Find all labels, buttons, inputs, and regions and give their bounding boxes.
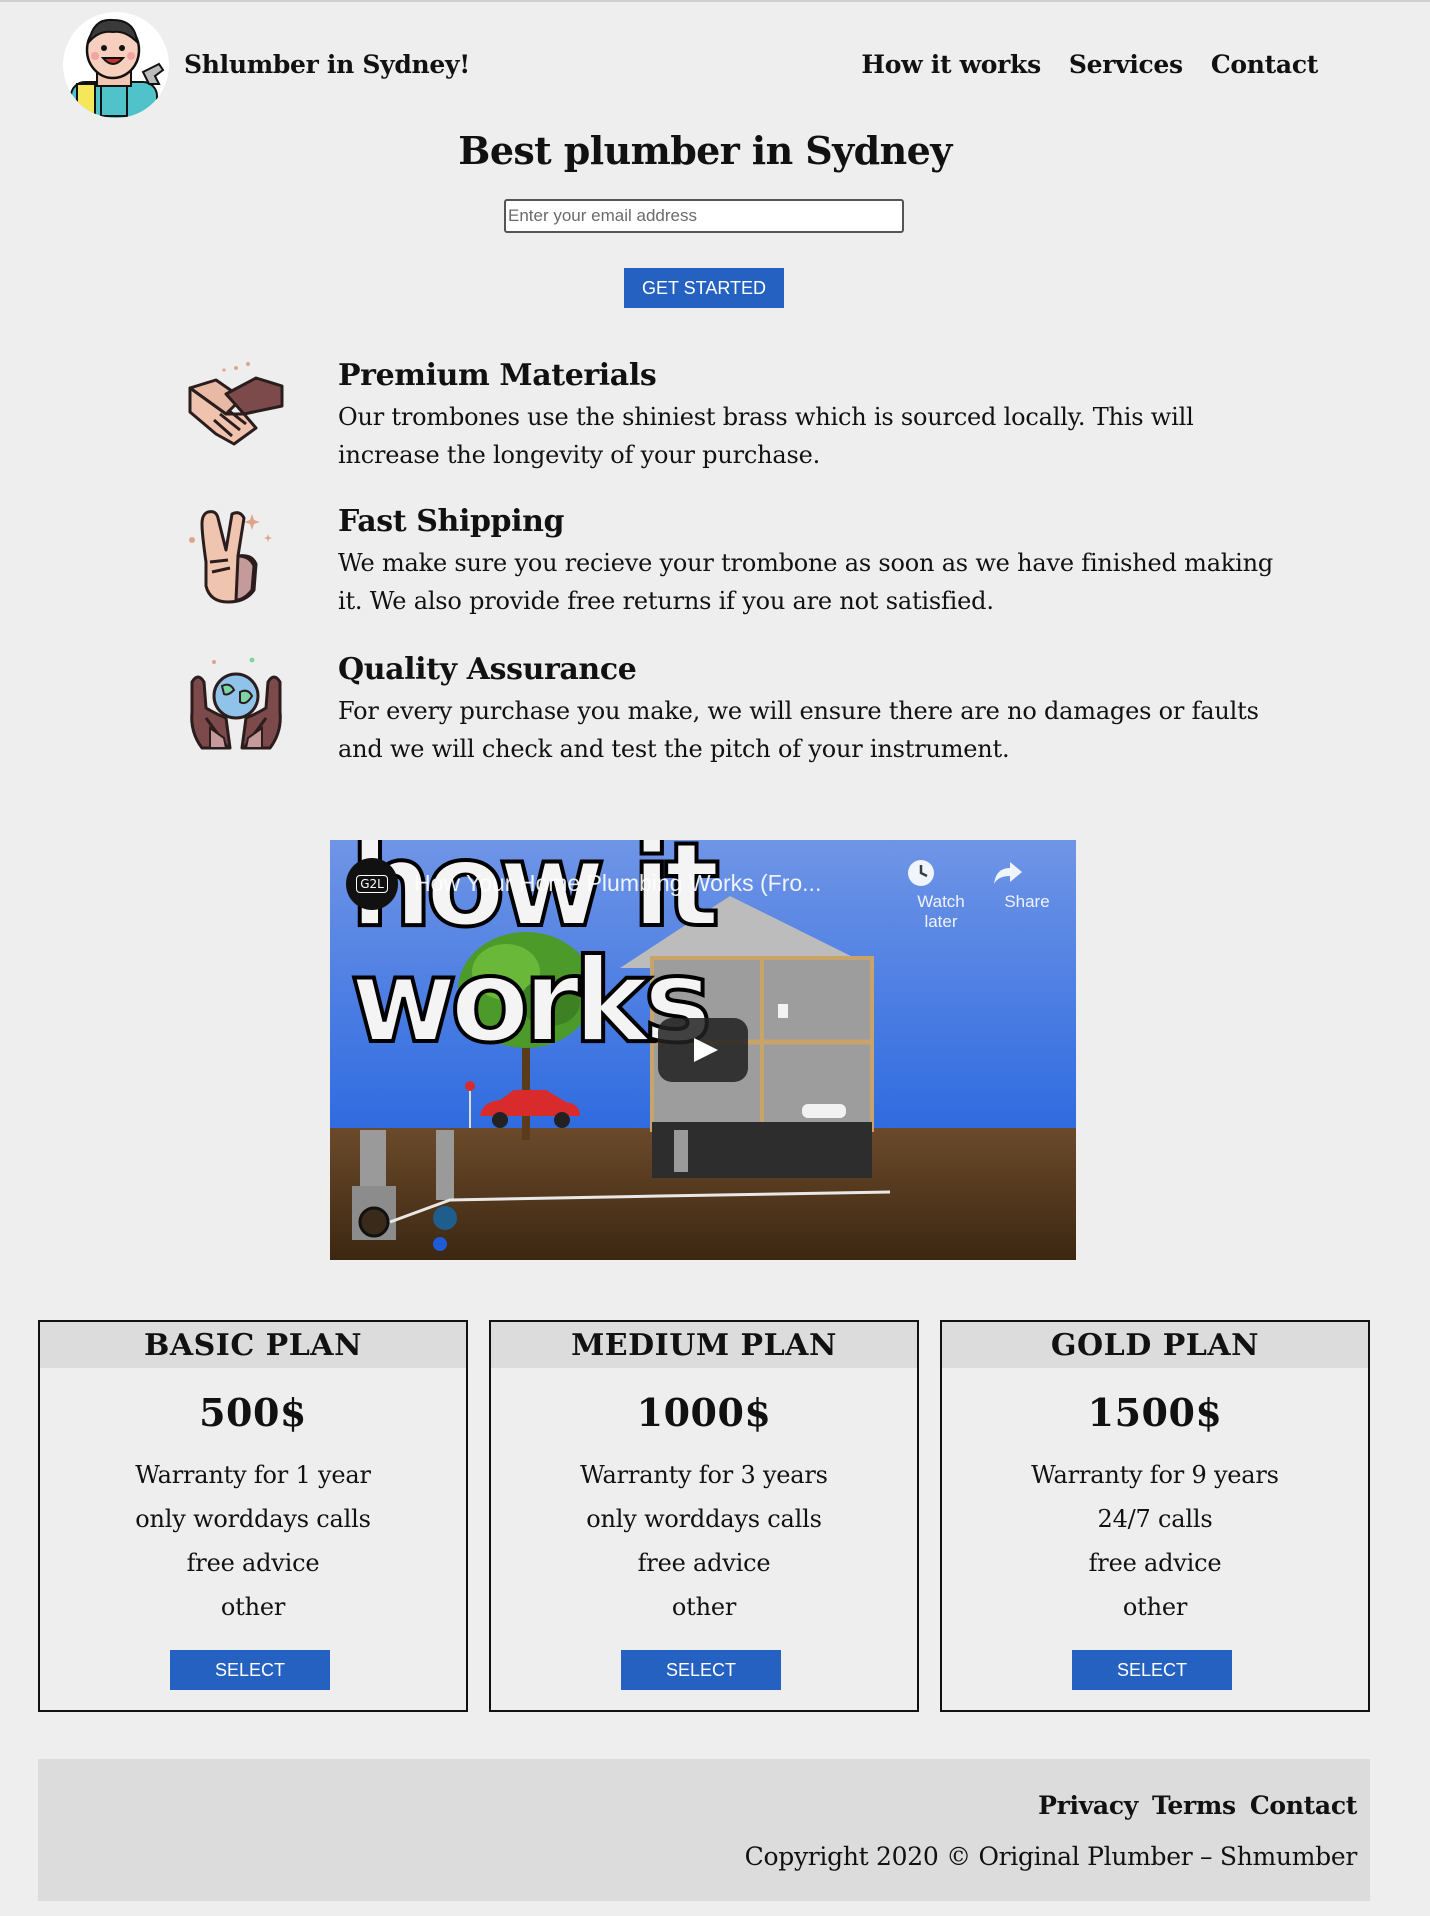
plan-feature: free advice bbox=[186, 1549, 320, 1577]
watch-later-control[interactable]: Watch later bbox=[906, 858, 976, 932]
video-title[interactable]: How Your Home Plumbing Works (Fro... bbox=[414, 870, 821, 897]
feature-fast-shipping: Fast Shipping We make sure you recieve y… bbox=[186, 504, 1286, 634]
plan-card-gold: GOLD PLAN 1500$ Warranty for 9 years 24/… bbox=[940, 1320, 1370, 1712]
site-footer: Privacy Terms Contact Copyright 2020 © O… bbox=[38, 1759, 1370, 1901]
plan-feature: other bbox=[220, 1593, 286, 1621]
nav-how-it-works[interactable]: How it works bbox=[861, 50, 1041, 79]
plan-features: Warranty for 1 year only worddays calls … bbox=[40, 1453, 466, 1629]
copyright-text: Copyright 2020 © Original Plumber – Shmu… bbox=[744, 1842, 1358, 1871]
plan-feature: other bbox=[671, 1593, 737, 1621]
plan-feature: 24/7 calls bbox=[1097, 1505, 1213, 1533]
get-started-button[interactable]: GET STARTED bbox=[624, 268, 784, 308]
feature-description: We make sure you recieve your trombone a… bbox=[338, 549, 1274, 615]
plan-price: 1000$ bbox=[636, 1390, 772, 1435]
feature-title: Fast Shipping bbox=[338, 504, 565, 539]
watch-later-label: Watch later bbox=[917, 892, 965, 931]
peace-hand-icon bbox=[186, 504, 286, 604]
channel-avatar[interactable]: G2L bbox=[346, 858, 398, 910]
plan-feature: free advice bbox=[1088, 1549, 1222, 1577]
plan-features: Warranty for 3 years only worddays calls… bbox=[491, 1453, 917, 1629]
plan-feature: Warranty for 3 years bbox=[580, 1461, 828, 1489]
select-gold-button[interactable]: SELECT bbox=[1072, 1650, 1232, 1690]
plan-feature: Warranty for 1 year bbox=[135, 1461, 371, 1489]
nav-contact[interactable]: Contact bbox=[1211, 50, 1318, 79]
plan-card-medium: MEDIUM PLAN 1000$ Warranty for 3 years o… bbox=[489, 1320, 919, 1712]
hands-globe-icon bbox=[186, 652, 286, 752]
plumber-avatar-logo[interactable] bbox=[63, 12, 169, 118]
plumber-mascot-icon bbox=[70, 18, 165, 118]
select-medium-button[interactable]: SELECT bbox=[621, 1650, 781, 1690]
plan-price: 1500$ bbox=[1087, 1390, 1223, 1435]
plan-feature: only worddays calls bbox=[586, 1505, 822, 1533]
channel-badge: G2L bbox=[356, 875, 388, 893]
brand-name: Shlumber in Sydney! bbox=[184, 50, 470, 79]
site-header: Shlumber in Sydney! How it works Service… bbox=[0, 2, 1430, 134]
email-input[interactable] bbox=[504, 199, 904, 233]
plan-feature: only worddays calls bbox=[135, 1505, 371, 1533]
share-label: Share bbox=[1004, 892, 1050, 911]
feature-premium-materials: Premium Materials Our trombones use the … bbox=[186, 358, 1286, 488]
feature-title: Premium Materials bbox=[338, 358, 657, 393]
plan-name: BASIC PLAN bbox=[40, 1322, 466, 1368]
plan-feature: other bbox=[1122, 1593, 1188, 1621]
share-control[interactable]: Share bbox=[992, 858, 1062, 912]
plan-name: GOLD PLAN bbox=[942, 1322, 1368, 1368]
handshake-icon bbox=[186, 358, 286, 458]
video-play-button[interactable] bbox=[658, 1018, 748, 1082]
clock-icon bbox=[906, 858, 976, 892]
feature-description: For every purchase you make, we will ens… bbox=[338, 697, 1259, 763]
plan-card-basic: BASIC PLAN 500$ Warranty for 1 year only… bbox=[38, 1320, 468, 1712]
footer-link-contact[interactable]: Contact bbox=[1250, 1791, 1357, 1820]
plan-features: Warranty for 9 years 24/7 calls free adv… bbox=[942, 1453, 1368, 1629]
feature-quality-assurance: Quality Assurance For every purchase you… bbox=[186, 652, 1286, 782]
plan-feature: free advice bbox=[637, 1549, 771, 1577]
feature-title: Quality Assurance bbox=[338, 652, 637, 687]
footer-link-privacy[interactable]: Privacy bbox=[1038, 1791, 1138, 1820]
footer-links: Privacy Terms Contact bbox=[1038, 1791, 1357, 1820]
main-nav: How it works Services Contact bbox=[861, 50, 1318, 79]
footer-link-terms[interactable]: Terms bbox=[1152, 1791, 1236, 1820]
plan-name: MEDIUM PLAN bbox=[491, 1322, 917, 1368]
plan-feature: Warranty for 9 years bbox=[1031, 1461, 1279, 1489]
select-basic-button[interactable]: SELECT bbox=[170, 1650, 330, 1690]
feature-description: Our trombones use the shiniest brass whi… bbox=[338, 403, 1194, 469]
nav-services[interactable]: Services bbox=[1069, 50, 1183, 79]
hero-title: Best plumber in Sydney bbox=[458, 128, 952, 173]
share-arrow-icon bbox=[992, 858, 1062, 892]
plan-price: 500$ bbox=[199, 1390, 307, 1435]
video-embed[interactable]: how it works G2L How Your Home Plumbing … bbox=[330, 840, 1076, 1260]
